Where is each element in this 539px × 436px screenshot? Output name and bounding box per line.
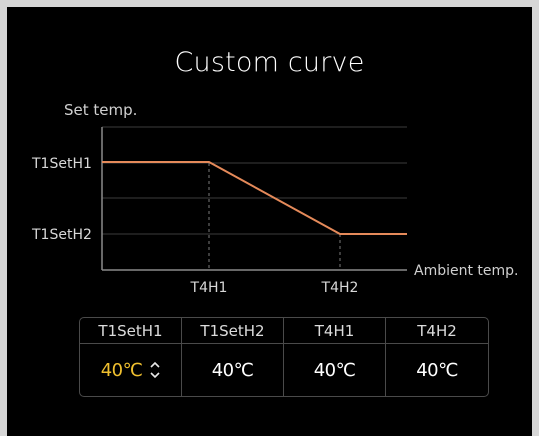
- header-t4h1: T4H1: [284, 318, 386, 344]
- up-down-chevron-icon[interactable]: [150, 361, 160, 379]
- y-tick-t1seth2: T1SetH2: [31, 227, 92, 243]
- value-t4h2: 40℃: [416, 359, 458, 381]
- value-t4h1: 40℃: [313, 359, 356, 381]
- curve-chart: Set temp. T1SetH1 T1SetH2 T4H1 T4H2 Ambi…: [31, 101, 519, 296]
- value-t1seth1: 40℃: [100, 359, 143, 381]
- x-axis-label: Ambient temp.: [414, 263, 519, 279]
- x-tick-t4h1: T4H1: [190, 280, 228, 296]
- value-cell-t4h1[interactable]: 40℃: [284, 344, 386, 396]
- value-t1seth2: 40℃: [211, 359, 254, 381]
- value-cell-t4h2[interactable]: 40℃: [386, 344, 488, 396]
- header-t4h2: T4H2: [386, 318, 488, 344]
- value-cell-t1seth1[interactable]: 40℃: [80, 344, 182, 396]
- header-t1seth2: T1SetH2: [182, 318, 284, 344]
- x-tick-t4h2: T4H2: [321, 280, 359, 296]
- y-axis-label: Set temp.: [64, 101, 137, 119]
- custom-curve-screen: Custom curve Set temp. T1SetH1 T1SetH2 T…: [7, 7, 532, 436]
- y-tick-t1seth1: T1SetH1: [31, 156, 92, 172]
- parameter-table: T1SetH1 T1SetH2 T4H1 T4H2 40℃ 40℃ 40℃ 40…: [79, 317, 489, 397]
- header-t1seth1: T1SetH1: [80, 318, 182, 344]
- value-cell-t1seth2[interactable]: 40℃: [182, 344, 284, 396]
